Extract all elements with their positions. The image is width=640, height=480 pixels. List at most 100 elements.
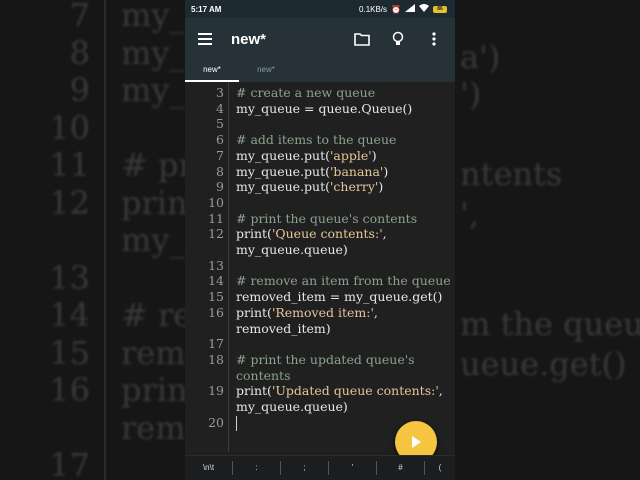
key-hash[interactable]: # xyxy=(377,461,425,475)
wifi-icon xyxy=(419,4,429,14)
background-line-number: 12 xyxy=(49,183,90,222)
code-text: my_queue.put('banana') xyxy=(236,164,388,180)
code-token: my_queue = queue.Queue() xyxy=(236,100,413,116)
signal-icon xyxy=(405,4,415,14)
code-line: 3 # create a new queue xyxy=(185,85,455,101)
code-token: # print the updated queue's xyxy=(236,351,415,367)
background-code-fragment: m the queue xyxy=(460,305,640,343)
play-icon xyxy=(412,436,421,448)
background-code-fragment: ', xyxy=(460,195,479,233)
code-text: # add items to the queue xyxy=(236,132,396,148)
line-number: 12 xyxy=(208,226,224,242)
code-token: my_queue.queue) xyxy=(236,242,348,257)
background-line-number: 13 xyxy=(49,258,90,297)
code-text: # create a new queue xyxy=(236,85,375,101)
code-token: # create a new queue xyxy=(236,85,376,100)
code-text: # print the queue's contents xyxy=(236,211,417,227)
background-line-number: 14 xyxy=(49,296,90,334)
background-line-number: 15 xyxy=(49,333,90,372)
background-code-line: my_ xyxy=(121,0,186,34)
tab-bar: new* new* xyxy=(185,60,455,82)
background-code-line: rem xyxy=(121,408,186,447)
background-code-line: prin xyxy=(121,183,188,222)
code-token: print( xyxy=(236,304,272,320)
code-token: 'Updated queue contents:' xyxy=(271,383,439,399)
code-token: , xyxy=(373,304,378,320)
code-line: 13 xyxy=(185,258,455,274)
code-line: 4 my_queue = queue.Queue() xyxy=(185,101,455,117)
code-token: contents xyxy=(236,367,291,383)
background-line-number: 16 xyxy=(49,371,90,409)
background-code-line: my_ xyxy=(121,71,186,109)
menu-icon[interactable] xyxy=(193,27,217,51)
code-token: print( xyxy=(236,226,272,242)
more-vert-icon[interactable] xyxy=(421,26,447,52)
line-number: 14 xyxy=(208,273,224,289)
lightbulb-icon[interactable] xyxy=(385,26,411,52)
text-cursor xyxy=(236,415,237,431)
line-number: 4 xyxy=(216,100,224,116)
code-line: 14 # remove an item from the queue xyxy=(185,273,455,289)
code-token: ) xyxy=(378,179,384,195)
code-text: # print the updated queue's xyxy=(236,352,415,368)
status-time: 5:17 AM xyxy=(191,4,222,14)
code-line: 15 removed_item = my_queue.get() xyxy=(185,289,455,305)
code-token: 'Removed item:' xyxy=(271,304,374,320)
alarm-icon: ⏰ xyxy=(391,4,401,14)
line-number: 5 xyxy=(216,116,224,132)
background-line-number: 17 xyxy=(49,446,90,480)
line-number: 20 xyxy=(208,414,224,430)
code-token: # print the queue's contents xyxy=(236,210,418,226)
code-line: removed_item) xyxy=(185,321,455,337)
code-token: my_queue.put( xyxy=(236,163,330,179)
code-token: 'banana' xyxy=(330,163,384,179)
tab-new-active[interactable]: new* xyxy=(185,60,239,82)
folder-icon[interactable] xyxy=(349,26,375,52)
line-number: 16 xyxy=(208,304,224,320)
code-text: my_queue = queue.Queue() xyxy=(236,101,412,117)
battery-icon: 86 xyxy=(433,5,447,13)
code-token: my_queue.queue) xyxy=(236,399,348,414)
code-token: ) xyxy=(383,163,389,179)
code-line: my_queue.queue) xyxy=(185,242,455,258)
background-gutter xyxy=(104,0,106,480)
code-text: my_queue.put('apple') xyxy=(236,148,377,164)
code-line: my_queue.queue) xyxy=(185,399,455,415)
code-text: print('Updated queue contents:', xyxy=(236,383,443,399)
code-line: 16 print('Removed item:', xyxy=(185,305,455,321)
code-line: 11 # print the queue's contents xyxy=(185,211,455,227)
app-title: new* xyxy=(231,30,267,48)
key-quote[interactable]: ' xyxy=(329,461,377,475)
code-text: # remove an item from the queue xyxy=(236,273,451,289)
network-speed: 0.1KB/s xyxy=(359,4,388,14)
code-token: # add items to the queue xyxy=(236,132,397,148)
code-token: # remove an item from the queue xyxy=(236,273,451,289)
line-number: 10 xyxy=(208,194,224,210)
key-semicolon[interactable]: ; xyxy=(281,461,329,475)
key-newline-tab[interactable]: \n\t xyxy=(185,461,233,475)
code-text: my_queue.queue) xyxy=(236,399,348,415)
code-line: 12 print('Queue contents:', xyxy=(185,226,455,242)
code-text: contents xyxy=(236,368,291,384)
code-editor[interactable]: 3 # create a new queue 4 my_queue = queue.Q… xyxy=(185,82,455,452)
code-line: 6 # add items to the queue xyxy=(185,132,455,148)
code-token: my_queue.put( xyxy=(236,179,330,195)
tab-new[interactable]: new* xyxy=(239,60,293,82)
line-number: 19 xyxy=(208,383,224,399)
background-code-line: my_ xyxy=(121,221,186,259)
key-paren[interactable]: ( xyxy=(425,461,455,475)
code-text: my_queue.put('cherry') xyxy=(236,179,383,195)
line-number: 6 xyxy=(216,132,224,148)
background-code-fragment: a') xyxy=(460,38,501,76)
code-text: removed_item) xyxy=(236,321,331,337)
code-line: 9 my_queue.put('cherry') xyxy=(185,179,455,195)
background-line-number: 11 xyxy=(49,146,90,184)
code-text: print('Removed item:', xyxy=(236,305,378,321)
line-number: 7 xyxy=(216,147,224,163)
background-line-number: 10 xyxy=(49,108,90,147)
background-code-fragment: ueue.get() xyxy=(460,345,627,383)
line-number: 9 xyxy=(216,179,224,195)
line-number: 3 xyxy=(216,85,224,100)
key-colon[interactable]: : xyxy=(233,461,281,475)
code-token: 'Queue contents:' xyxy=(271,226,383,242)
